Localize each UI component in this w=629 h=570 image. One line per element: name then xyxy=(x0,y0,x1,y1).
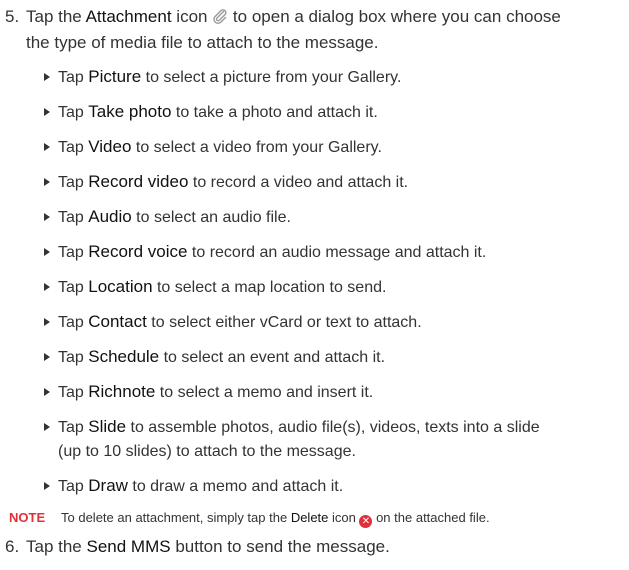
list-item-text-line2: (up to 10 slides) to attach to the messa… xyxy=(58,443,356,460)
note-box: NOTE To delete an attachment, simply tap … xyxy=(5,509,490,528)
list-item-draw: Tap Draw to draw a memo and attach it. xyxy=(44,474,624,499)
triangle-right-icon xyxy=(44,482,50,490)
list-item-text: Tap xyxy=(58,139,89,156)
triangle-right-icon xyxy=(44,73,50,81)
list-item-keyword: Richnote xyxy=(88,382,156,401)
list-item-contact: Tap Contact to select either vCard or te… xyxy=(44,310,624,335)
list-item-picture: Tap Picture to select a picture from you… xyxy=(44,65,624,90)
note-text-after: on the attached file. xyxy=(372,510,490,525)
list-item-keyword: Audio xyxy=(88,207,132,226)
list-item-keyword: Picture xyxy=(88,67,142,86)
step-5: 5. Tap the Attachment icon to open a dial… xyxy=(5,4,625,56)
list-item-keyword: Contact xyxy=(88,312,147,331)
list-item-text: to select a memo and insert it. xyxy=(155,384,374,401)
list-item-text: Tap xyxy=(58,478,89,495)
list-item-audio: Tap Audio to select an audio file. xyxy=(44,205,624,230)
note-text-before: To delete an attachment, simply tap the xyxy=(61,510,291,525)
triangle-right-icon xyxy=(44,178,50,186)
note-text-middle: icon xyxy=(328,510,360,525)
list-item-record-voice: Tap Record voice to record an audio mess… xyxy=(44,240,624,265)
list-item-text: Tap xyxy=(58,279,89,296)
note-label: NOTE xyxy=(9,510,46,525)
triangle-right-icon xyxy=(44,143,50,151)
list-item-take-photo: Tap Take photo to take a photo and attac… xyxy=(44,100,624,125)
list-item-text: Tap xyxy=(58,419,89,436)
attachment-options-list: Tap Picture to select a picture from you… xyxy=(44,65,624,509)
step-5-number: 5. xyxy=(5,7,20,26)
list-item-keyword: Record video xyxy=(88,172,189,191)
list-item-text: to select a picture from your Gallery. xyxy=(141,69,402,86)
list-item-keyword: Take photo xyxy=(88,102,172,121)
list-item-text: to draw a memo and attach it. xyxy=(127,478,344,495)
list-item-text: Tap xyxy=(58,174,89,191)
step-6-number: 6. xyxy=(5,537,20,556)
manual-page: 5. Tap the Attachment icon to open a dial… xyxy=(0,0,629,570)
list-item-text: to take a photo and attach it. xyxy=(171,104,378,121)
triangle-right-icon xyxy=(44,108,50,116)
step-6: 6. Tap the Send MMS button to send the me… xyxy=(5,534,390,560)
list-item-text: to select either vCard or text to attach… xyxy=(146,314,422,331)
list-item-text: to select a map location to send. xyxy=(152,279,387,296)
list-item-text: to record a video and attach it. xyxy=(188,174,409,191)
step-5-text-line2: the type of media file to attach to the … xyxy=(26,33,379,52)
list-item-text: Tap xyxy=(58,314,89,331)
list-item-text: to select an event and attach it. xyxy=(159,349,386,366)
list-item-text: Tap xyxy=(58,244,89,261)
list-item-text: to select a video from your Gallery. xyxy=(131,139,382,156)
close-circle-icon: ✕ xyxy=(359,515,373,528)
triangle-right-icon xyxy=(44,353,50,361)
list-item-keyword: Video xyxy=(88,137,132,156)
paperclip-icon xyxy=(213,9,227,24)
step-5-text-after: to open a dialog box where you can choos… xyxy=(228,7,561,26)
list-item-text: Tap xyxy=(58,104,89,121)
list-item-richnote: Tap Richnote to select a memo and insert… xyxy=(44,380,624,405)
list-item-text: to assemble photos, audio file(s), video… xyxy=(126,419,540,436)
list-item-text: Tap xyxy=(58,209,89,226)
step-5-icon-word: icon xyxy=(171,7,213,26)
list-item-location: Tap Location to select a map location to… xyxy=(44,275,624,300)
triangle-right-icon xyxy=(44,318,50,326)
step-6-text-after: button to send the message. xyxy=(170,537,390,556)
list-item-text: to select an audio file. xyxy=(131,209,291,226)
list-item-text: Tap xyxy=(58,349,89,366)
triangle-right-icon xyxy=(44,213,50,221)
triangle-right-icon xyxy=(44,283,50,291)
note-keyword: Delete xyxy=(290,510,329,525)
list-item-text: Tap xyxy=(58,384,89,401)
triangle-right-icon xyxy=(44,248,50,256)
list-item-keyword: Slide xyxy=(88,417,127,436)
step-6-text-before: Tap the xyxy=(26,537,87,556)
list-item-schedule: Tap Schedule to select an event and atta… xyxy=(44,345,624,370)
list-item-keyword: Draw xyxy=(88,476,128,495)
step-5-text-before: Tap the xyxy=(26,7,86,26)
list-item-keyword: Schedule xyxy=(88,347,160,366)
list-item-record-video: Tap Record video to record a video and a… xyxy=(44,170,624,195)
list-item-keyword: Location xyxy=(88,277,153,296)
list-item-text: Tap xyxy=(58,69,89,86)
list-item-text: to record an audio message and attach it… xyxy=(187,244,487,261)
step-6-keyword: Send MMS xyxy=(86,537,171,556)
triangle-right-icon xyxy=(44,423,50,431)
list-item-keyword: Record voice xyxy=(88,242,188,261)
list-item-slide: Tap Slide to assemble photos, audio file… xyxy=(44,415,624,464)
list-item-video: Tap Video to select a video from your Ga… xyxy=(44,135,624,160)
step-5-keyword: Attachment xyxy=(85,7,172,26)
triangle-right-icon xyxy=(44,388,50,396)
